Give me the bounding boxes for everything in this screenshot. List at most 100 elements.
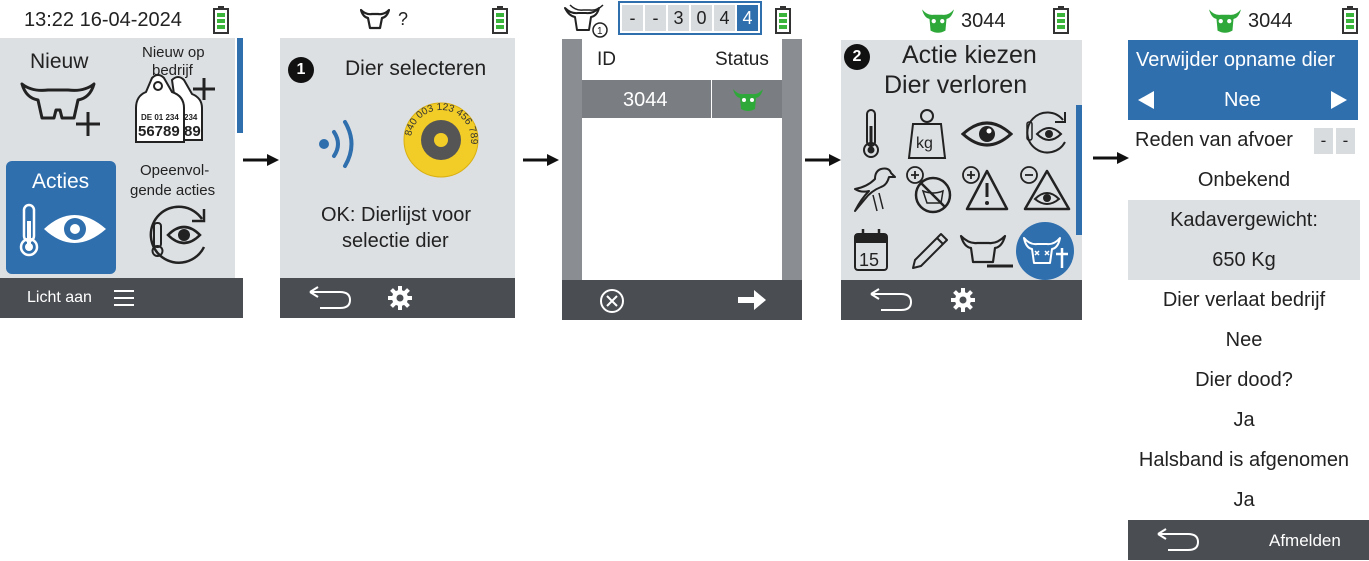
row-divider [711, 80, 712, 118]
collar-removed-value[interactable]: Ja [1128, 483, 1360, 517]
remove-observation-icon[interactable] [1019, 165, 1073, 215]
ear-tag-back2: 89 [184, 123, 201, 140]
stork-birth-icon[interactable] [851, 165, 897, 215]
screen-4: 3044 2 Actie kiezen Dier verloren kg 15 [841, 0, 1082, 320]
id-digit[interactable]: - [622, 5, 643, 31]
flow-arrow-icon [523, 154, 559, 166]
reason-digit[interactable]: - [1336, 128, 1355, 154]
thermometer-icon[interactable] [859, 108, 883, 160]
scrollbar[interactable] [237, 38, 243, 133]
animal-dead-label: Dier dood? [1195, 368, 1293, 391]
rfid-signal-icon [319, 120, 354, 168]
back-icon[interactable] [869, 288, 915, 314]
leaves-farm-value[interactable]: Nee [1128, 323, 1360, 357]
battery-icon [1053, 6, 1069, 39]
flow-arrow-icon [805, 154, 841, 166]
status-time: 13:22 16-04-2024 [24, 9, 182, 31]
green-cow-icon [922, 9, 954, 33]
menu-icon[interactable] [113, 289, 135, 307]
green-cow-icon [733, 89, 763, 111]
reason-digit[interactable]: - [1314, 128, 1333, 154]
hint-line-1: OK: Dierlijst voor [321, 204, 472, 226]
thermometer-eye-icon [19, 203, 106, 257]
footer-bar [280, 278, 515, 318]
step-title: Actie kiezen [902, 41, 1037, 69]
screen-2: ? 1 Dier selecteren 840 003 123 456 789 … [280, 0, 515, 318]
row-animal-id: 3044 [623, 89, 668, 111]
tile-acties[interactable]: Acties [6, 161, 116, 274]
carcass-weight-value[interactable]: 650 Kg [1128, 243, 1360, 277]
selector-value[interactable]: Nee [1224, 89, 1261, 112]
form-title: Verwijder opname dier [1136, 49, 1335, 71]
reason-value: Onbekend [1197, 168, 1291, 191]
repeat-eye-icon [149, 205, 206, 264]
calendar-icon[interactable]: 15 [853, 228, 889, 272]
title-block: Verwijder opname dier Nee [1128, 40, 1358, 120]
collar-removed-label: Halsband is afgenomen [1138, 448, 1350, 471]
tile-acties-label: Acties [32, 170, 90, 193]
tile-nieuw[interactable]: Nieuw [10, 44, 115, 154]
gear-icon[interactable] [951, 288, 975, 312]
step-badge: 2 [844, 44, 870, 70]
action-dead-animal[interactable] [1016, 222, 1074, 280]
id-digit[interactable]: - [645, 5, 666, 31]
arrow-left-icon[interactable] [1138, 91, 1154, 109]
step-number: 1 [296, 61, 306, 78]
add-feed-restriction-icon[interactable] [905, 165, 953, 215]
tile-nieuw-label: Nieuw [30, 50, 89, 73]
cow-remove-icon[interactable] [959, 232, 1015, 270]
id-entry-field[interactable]: - - 3 0 4 4 [618, 1, 762, 35]
tile-opeenvolgende-label-1: Opeenvol- [140, 162, 210, 179]
footer-bar [562, 280, 802, 320]
animal-list: ID Status 3044 [582, 39, 782, 280]
add-warning-icon[interactable] [961, 165, 1011, 215]
step-subtitle: Dier verloren [884, 71, 1028, 99]
scrollbar[interactable] [1076, 105, 1082, 235]
table-row[interactable]: 3044 [582, 80, 782, 118]
cow-icon [360, 8, 390, 30]
screen-5: 3044 Verwijder opname dier Nee Reden van… [1128, 0, 1369, 561]
pencil-icon[interactable] [909, 230, 951, 272]
ear-tag-line2: 56789 [138, 123, 180, 140]
tile-opeenvolgende-acties[interactable]: Opeenvol- gende acties [122, 161, 234, 274]
flow-arrow-icon [243, 154, 279, 166]
cow-dead-icon [1023, 237, 1068, 268]
tile-nieuw-op-label-1: Nieuw op [142, 44, 205, 61]
battery-icon [492, 6, 508, 39]
green-cow-icon [1209, 9, 1241, 33]
rfid-tag-icon: 840 003 123 456 789 [403, 102, 479, 178]
arrow-right-icon[interactable] [1331, 91, 1347, 109]
column-header-status: Status [715, 49, 769, 70]
gear-icon[interactable] [388, 286, 412, 310]
id-digit[interactable]: 0 [691, 5, 712, 31]
id-digit[interactable]: 3 [668, 5, 689, 31]
ear-tag-icon: DE 01 234 56789 234 89 [135, 74, 215, 143]
back-icon[interactable] [1156, 528, 1202, 554]
footer-bar [841, 280, 1082, 320]
leaves-farm-label: Dier verlaat bedrijf [1162, 288, 1326, 311]
animal-dead-value[interactable]: Ja [1128, 403, 1360, 437]
step-number: 2 [852, 48, 862, 65]
eye-icon[interactable] [961, 118, 1013, 150]
ear-tag-back1: 234 [184, 113, 198, 122]
battery-icon [1342, 6, 1358, 39]
header-unknown: ? [398, 9, 409, 29]
cancel-icon[interactable] [599, 288, 625, 314]
reason-label: Reden van afvoer [1135, 129, 1293, 151]
arrow-right-icon[interactable] [738, 290, 766, 310]
battery-icon [775, 6, 791, 39]
repeat-observation-icon[interactable] [1021, 108, 1071, 158]
screen-3: 1 - - 3 0 4 4 ID Status 3044 [562, 0, 802, 320]
column-header-id: ID [597, 49, 616, 70]
id-digit[interactable]: 4 [714, 5, 735, 31]
logout-button[interactable]: Afmelden [1269, 531, 1341, 551]
cow-add-icon [20, 82, 100, 136]
id-digit-active[interactable]: 4 [737, 5, 758, 31]
tile-nieuw-op-bedrijf[interactable]: Nieuw op bedrijf DE 01 234 56789 234 89 [122, 44, 234, 154]
tile-opeenvolgende-label-2: gende acties [130, 182, 216, 199]
light-toggle[interactable]: Licht aan [27, 289, 92, 307]
carcass-weight-label: Kadavergewicht: [1170, 208, 1318, 231]
weight-icon[interactable]: kg [907, 108, 947, 160]
cow-count-icon: 1 [564, 4, 608, 38]
back-icon[interactable] [308, 286, 354, 312]
